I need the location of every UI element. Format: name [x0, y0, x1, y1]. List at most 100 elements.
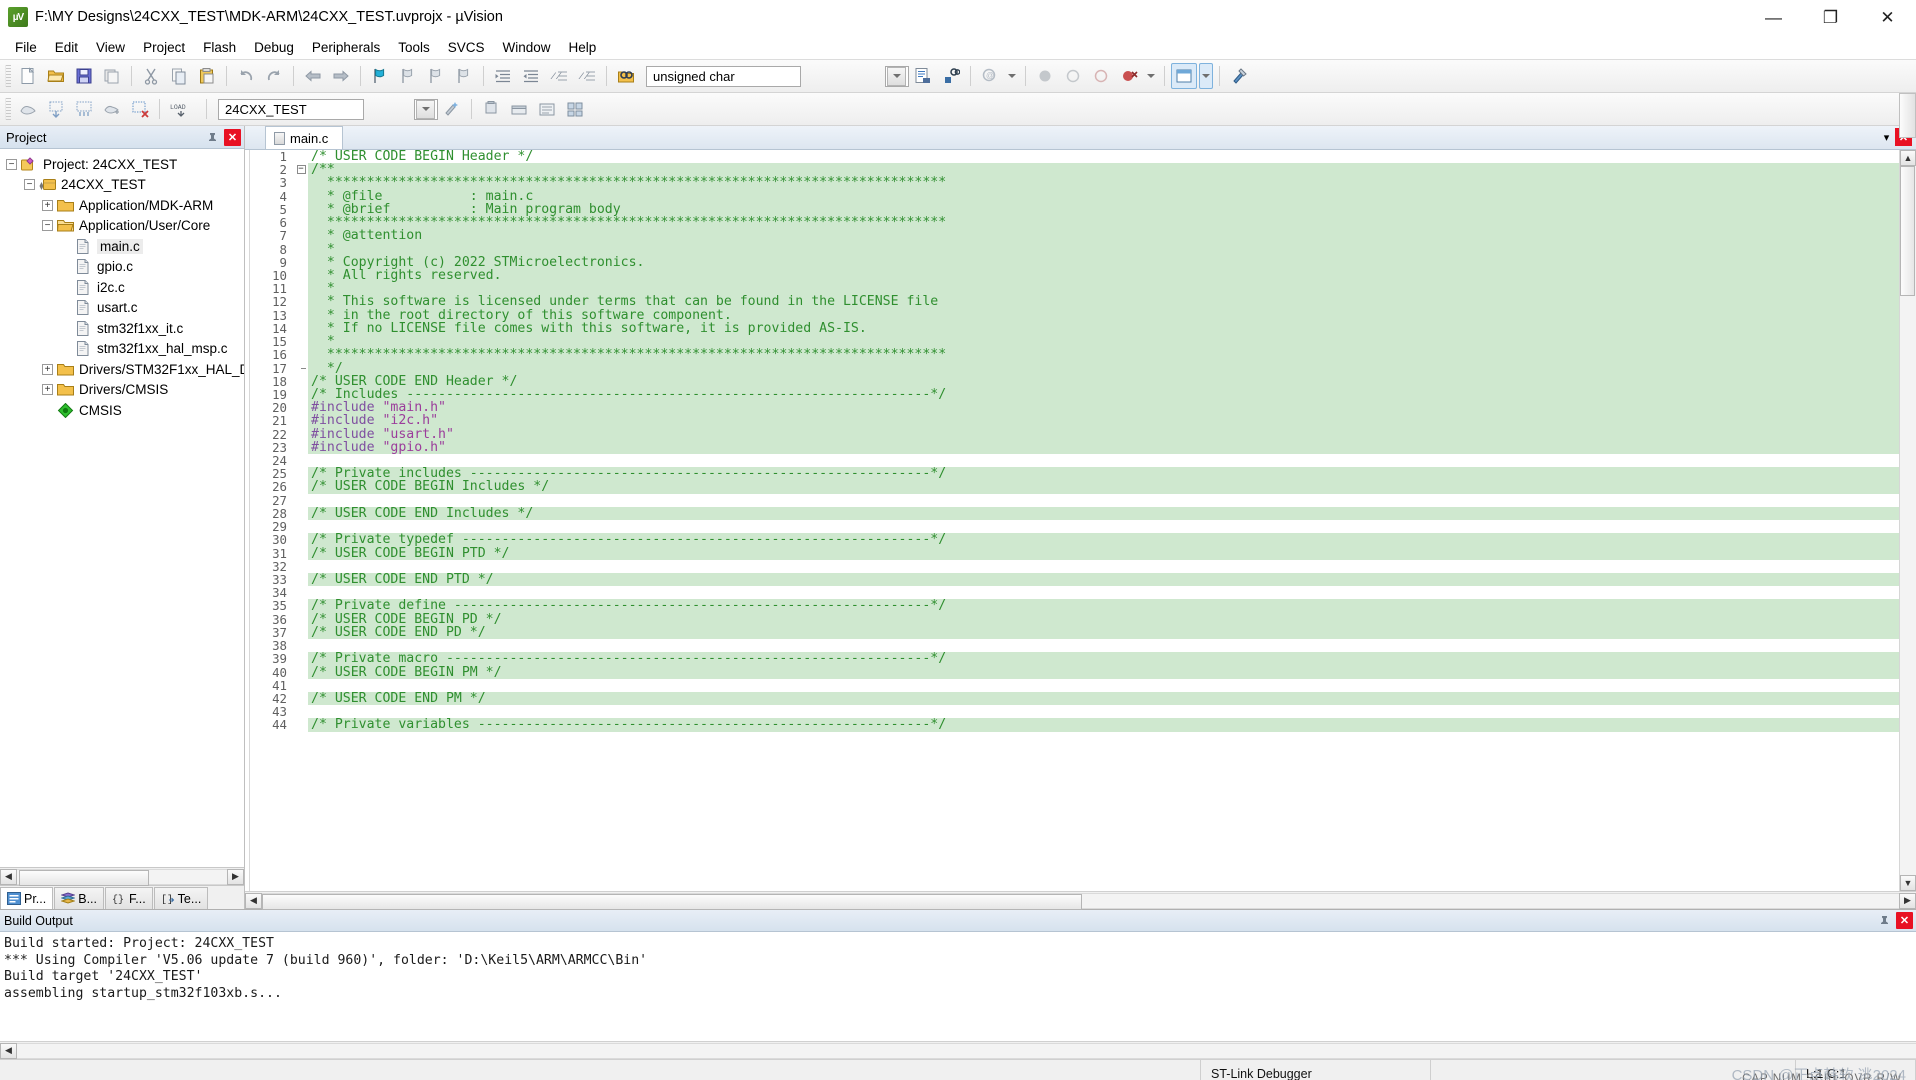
expand-icon[interactable]: + [42, 363, 53, 375]
breakpoint-disable-icon[interactable] [1088, 63, 1114, 89]
manage-runtime-env-icon[interactable] [534, 96, 560, 122]
code-line[interactable]: 16 *************************************… [250, 348, 1899, 362]
bookmark-clear-icon[interactable] [451, 63, 477, 89]
pack-installer-icon[interactable] [506, 96, 532, 122]
code-text[interactable]: /* Private macro -----------------------… [308, 652, 1899, 666]
code-line[interactable]: 28/* USER CODE END Includes */ [250, 507, 1899, 521]
outdent-icon[interactable] [518, 63, 544, 89]
code-text[interactable]: /* USER CODE END Includes */ [308, 507, 1899, 521]
toolbar-grip[interactable] [5, 98, 11, 120]
code-line[interactable]: 44 /* Private variables -----------------… [250, 718, 1899, 732]
tab-list-dropdown-icon[interactable]: ▾ [1878, 128, 1895, 146]
maximize-button[interactable]: ❐ [1802, 0, 1859, 35]
code-text[interactable]: * If no LICENSE file comes with this sof… [308, 322, 1899, 336]
code-text[interactable]: /* Private typedef ---------------------… [308, 533, 1899, 547]
undo-icon[interactable] [233, 63, 259, 89]
menu-flash[interactable]: Flash [194, 37, 245, 58]
scroll-down-arrow-icon[interactable]: ▼ [1900, 875, 1916, 891]
breakpoint-toggle-icon[interactable] [1060, 63, 1086, 89]
code-text[interactable]: #include "gpio.h" [308, 441, 1899, 455]
tree-node[interactable]: − Project: 24CXX_TEST [0, 154, 244, 175]
tree-node[interactable]: i2c.c [0, 277, 244, 298]
breakpoint-kill-icon[interactable] [1116, 63, 1142, 89]
comment-icon[interactable]: // [546, 63, 572, 89]
code-text[interactable]: /* USER CODE END PM */ [308, 692, 1899, 706]
cut-icon[interactable] [138, 63, 164, 89]
document-tab-main-c[interactable]: main.c [265, 126, 344, 149]
type-combo[interactable]: unsigned char [646, 65, 801, 87]
select-software-packs-icon[interactable] [562, 96, 588, 122]
open-file-icon[interactable] [43, 63, 69, 89]
code-text[interactable]: /* USER CODE BEGIN Includes */ [308, 480, 1899, 494]
code-line[interactable]: 36 /* USER CODE BEGIN PD */ [250, 612, 1899, 626]
code-line[interactable]: 22 #include "usart.h" [250, 427, 1899, 441]
scroll-left-arrow-icon[interactable]: ◀ [245, 892, 262, 909]
breakpoint-insert-icon[interactable] [1032, 63, 1058, 89]
menu-view[interactable]: View [87, 37, 134, 58]
menu-tools[interactable]: Tools [389, 37, 439, 58]
scroll-thumb[interactable] [1900, 166, 1915, 296]
navigate-forward-icon[interactable] [328, 63, 354, 89]
code-text[interactable]: #include "i2c.h" [308, 414, 1899, 428]
tree-node[interactable]: − Application/User/Core [0, 216, 244, 237]
code-text[interactable]: /* USER CODE BEGIN PM */ [308, 665, 1899, 679]
chevron-down-icon[interactable] [416, 99, 435, 119]
tree-node[interactable]: main.c [0, 236, 244, 257]
code-line[interactable]: 32 [250, 560, 1899, 574]
menu-file[interactable]: File [6, 37, 46, 58]
scroll-track[interactable] [262, 892, 1899, 910]
code-text[interactable]: * Copyright (c) 2022 STMicroelectronics. [308, 256, 1899, 269]
tab-project[interactable]: Pr... [0, 887, 54, 909]
code-line[interactable]: 37/* USER CODE END PD */ [250, 626, 1899, 640]
tab-books[interactable]: B... [54, 887, 104, 909]
code-line[interactable]: 23 #include "gpio.h" [250, 441, 1899, 455]
find-icon[interactable]: @ [977, 63, 1003, 89]
bookmark-next-icon[interactable] [423, 63, 449, 89]
project-tree-hscrollbar[interactable]: ◀ ▶ [0, 867, 244, 886]
code-text[interactable]: ****************************************… [308, 348, 1899, 362]
pin-icon[interactable] [1876, 912, 1893, 929]
code-line[interactable]: 7 * @attention [250, 229, 1899, 243]
scroll-right-arrow-icon[interactable]: ▶ [1899, 892, 1916, 909]
code-line[interactable]: 33/* USER CODE END PTD */ [250, 573, 1899, 587]
code-line[interactable]: 21 #include "i2c.h" [250, 414, 1899, 428]
code-line[interactable]: 40 /* USER CODE BEGIN PM */ [250, 665, 1899, 679]
insert-code-template-icon[interactable] [910, 63, 936, 89]
indent-icon[interactable] [490, 63, 516, 89]
fold-collapse-icon[interactable]: − [294, 165, 308, 175]
scroll-up-arrow-icon[interactable]: ▲ [1900, 150, 1916, 166]
menu-project[interactable]: Project [134, 37, 194, 58]
editor-horizontal-scrollbar[interactable]: ◀ ▶ [245, 891, 1916, 910]
window-scrollbar-thumb[interactable] [1899, 93, 1916, 138]
new-file-icon[interactable] [15, 63, 41, 89]
code-line[interactable]: 10 * All rights reserved. [250, 269, 1899, 283]
code-text[interactable]: /* USER CODE BEGIN Header */ [308, 150, 1899, 163]
redo-icon[interactable] [261, 63, 287, 89]
navigate-back-icon[interactable] [300, 63, 326, 89]
toolbar-grip[interactable] [5, 65, 11, 87]
code-text[interactable]: #include "usart.h" [308, 427, 1899, 441]
menu-help[interactable]: Help [560, 37, 606, 58]
build-target-icon[interactable] [43, 96, 69, 122]
code-line[interactable]: 26 /* USER CODE BEGIN Includes */ [250, 480, 1899, 494]
translate-file-icon[interactable] [15, 96, 41, 122]
code-text[interactable]: /* USER CODE END PD */ [308, 626, 1899, 640]
save-icon[interactable] [71, 63, 97, 89]
code-line[interactable]: 14 * If no LICENSE file comes with this … [250, 322, 1899, 336]
tree-node[interactable]: + Drivers/STM32F1xx_HAL_Driver [0, 359, 244, 380]
target-combo-dropdown[interactable] [414, 98, 438, 120]
code-editor[interactable]: 1/* USER CODE BEGIN Header */2−/** 3 ****… [250, 150, 1899, 891]
stop-build-icon[interactable] [127, 96, 153, 122]
configure-target-icon[interactable] [1226, 63, 1252, 89]
batch-build-icon[interactable] [99, 96, 125, 122]
chevron-down-icon[interactable] [887, 66, 906, 86]
build-output-hscrollbar[interactable]: ◀ [0, 1041, 1916, 1059]
tree-node[interactable]: CMSIS [0, 400, 244, 421]
editor-vertical-scrollbar[interactable]: ▲ ▼ [1899, 150, 1916, 891]
type-combo-dropdown[interactable] [885, 65, 909, 87]
close-panel-icon[interactable]: ✕ [224, 128, 241, 146]
pin-icon[interactable] [204, 129, 221, 146]
code-line[interactable]: 41 [250, 679, 1899, 692]
code-text[interactable]: /* USER CODE BEGIN PD */ [308, 613, 1899, 626]
code-line[interactable]: 42/* USER CODE END PM */ [250, 692, 1899, 706]
